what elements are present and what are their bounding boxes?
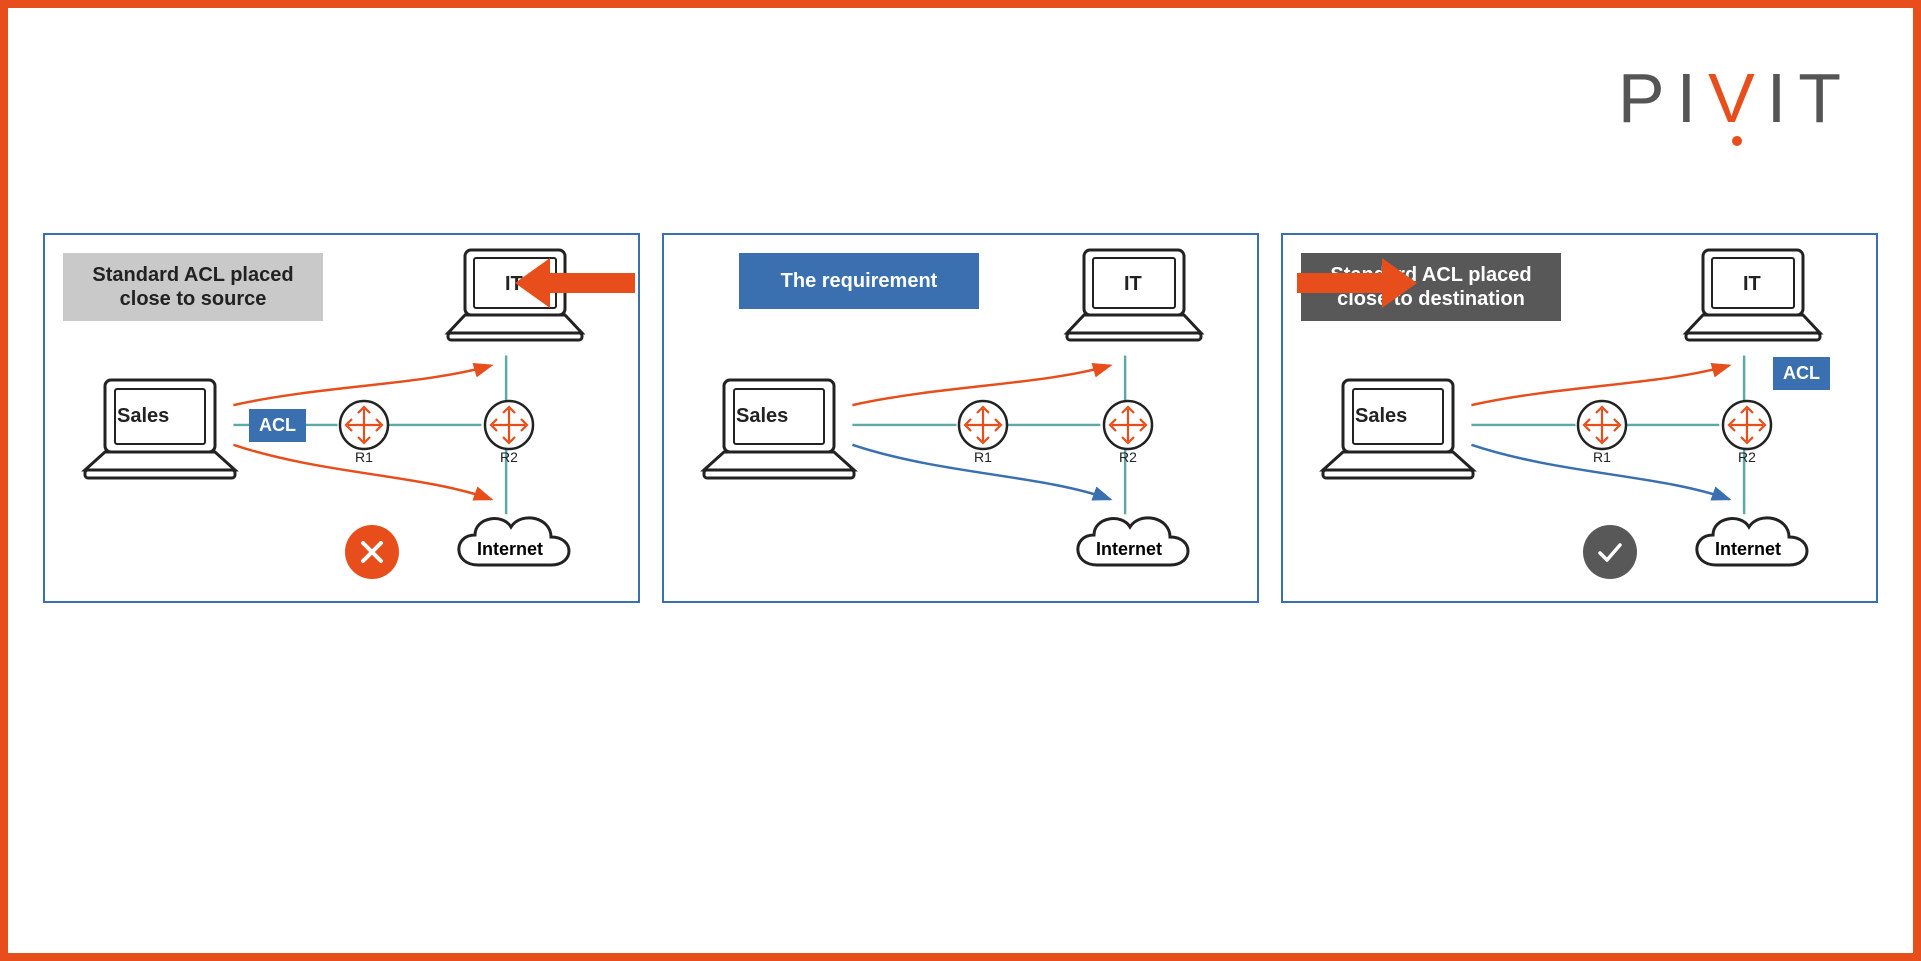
router-r2-icon — [483, 399, 535, 451]
internet-label: Internet — [1715, 539, 1781, 560]
logo-t: T — [1798, 59, 1853, 137]
arrow-right-icon — [1297, 258, 1417, 308]
panel-requirement: The requirement — [662, 233, 1259, 603]
panels-row: Standard ACL placed close to source — [43, 233, 1878, 603]
sales-label: Sales — [117, 405, 169, 428]
arrow-left-icon — [515, 258, 635, 308]
internet-label: Internet — [477, 539, 543, 560]
sales-label: Sales — [736, 405, 788, 428]
it-label: IT — [1124, 273, 1142, 296]
sales-laptop-icon — [1313, 375, 1483, 485]
router-r2-icon — [1721, 399, 1773, 451]
router-r1-icon — [338, 399, 390, 451]
acl-badge-destination: ACL — [1773, 357, 1830, 390]
router-r1-label: R1 — [344, 449, 384, 465]
router-r1-icon — [957, 399, 1009, 451]
status-incorrect-icon — [345, 525, 399, 579]
pivit-logo: PIVIT — [1618, 58, 1853, 138]
router-r2-icon — [1102, 399, 1154, 451]
sales-label: Sales — [1355, 405, 1407, 428]
logo-v: V — [1708, 58, 1767, 138]
router-r2-label: R2 — [1108, 449, 1148, 465]
internet-label: Internet — [1096, 539, 1162, 560]
router-r2-label: R2 — [1727, 449, 1767, 465]
logo-i2: I — [1767, 59, 1798, 137]
sales-laptop-icon — [75, 375, 245, 485]
logo-p: P — [1618, 59, 1677, 137]
sales-laptop-icon — [694, 375, 864, 485]
acl-badge-source: ACL — [249, 409, 306, 442]
diagram-frame: PIVIT Standard ACL placed close to sourc… — [0, 0, 1921, 961]
router-r1-label: R1 — [963, 449, 1003, 465]
status-correct-icon — [1583, 525, 1637, 579]
router-r1-icon — [1576, 399, 1628, 451]
router-r2-label: R2 — [489, 449, 529, 465]
logo-i1: I — [1677, 59, 1708, 137]
it-label: IT — [1743, 273, 1761, 296]
router-r1-label: R1 — [1582, 449, 1622, 465]
